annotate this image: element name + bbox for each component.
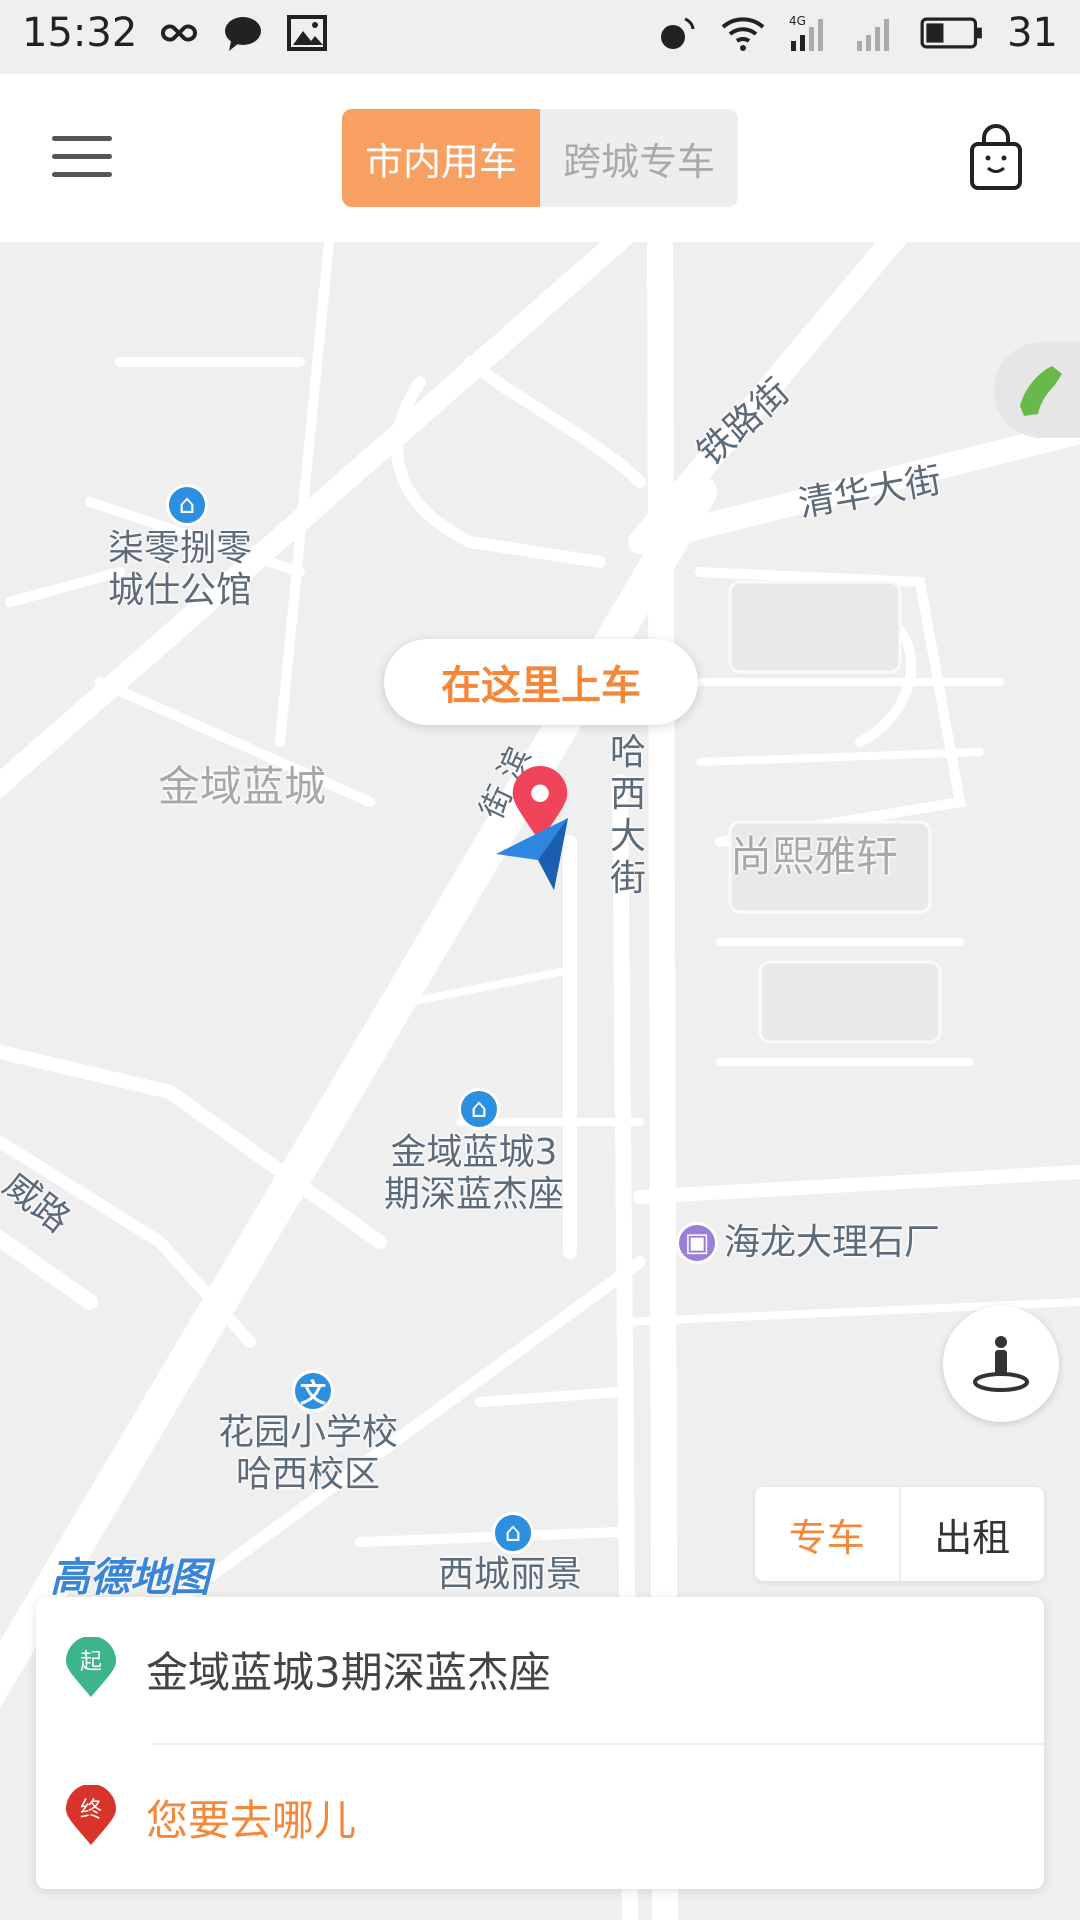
poi-label-school[interactable]: 花园小学校 哈西校区 bbox=[218, 1412, 398, 1496]
end-marker-icon: 终 bbox=[66, 1785, 116, 1845]
current-location-arrow-icon bbox=[496, 818, 568, 890]
image-icon bbox=[287, 15, 328, 51]
address-card: 起 金域蓝城3期深蓝杰座 终 您要去哪儿 bbox=[36, 1597, 1044, 1889]
battery-icon bbox=[920, 17, 982, 49]
locate-me-button[interactable] bbox=[943, 1306, 1059, 1422]
service-type-toggle: 专车 出租 bbox=[755, 1487, 1044, 1581]
road-label-haxi: 哈西大街 bbox=[609, 732, 646, 899]
person-locate-icon bbox=[973, 1336, 1029, 1392]
map-view[interactable]: ⌂ 柒零捌零 城仕公馆 金域蓝城 铁路街 清华大街 哈西大街 街 滨 尚熙雅轩 … bbox=[0, 242, 1080, 1920]
poi-label-qilingbaling[interactable]: 柒零捌零 城仕公馆 bbox=[108, 528, 252, 612]
tab-premium-car[interactable]: 专车 bbox=[755, 1487, 899, 1581]
amap-logo: 高德地图 bbox=[50, 1555, 210, 1601]
wifi-icon bbox=[721, 17, 765, 51]
poi-label-jinyu3[interactable]: 金域蓝城3 期深蓝杰座 bbox=[384, 1132, 564, 1216]
ride-type-segmented-control: 市内用车 跨城专车 bbox=[342, 109, 738, 207]
signal-no-sim-icon bbox=[857, 19, 890, 51]
hamburger-menu-icon[interactable] bbox=[52, 136, 112, 180]
poi-label-xichenglijing[interactable]: 西城丽景 bbox=[438, 1554, 582, 1596]
top-bar: 市内用车 跨城专车 bbox=[0, 74, 1080, 242]
pickup-here-bubble[interactable]: 在这里上车 bbox=[384, 639, 698, 725]
svg-text:起: 起 bbox=[80, 1650, 102, 1675]
school-icon: 文 bbox=[292, 1370, 334, 1412]
svg-text:4G: 4G bbox=[789, 14, 806, 28]
destination-input[interactable]: 您要去哪儿 bbox=[146, 1787, 356, 1848]
shop-icon: ▣ bbox=[676, 1222, 718, 1264]
building-icon: ⌂ bbox=[458, 1088, 500, 1130]
phone-icon bbox=[1020, 366, 1062, 416]
start-address-row[interactable]: 起 金域蓝城3期深蓝杰座 bbox=[36, 1597, 1044, 1742]
vibrate-icon bbox=[661, 17, 695, 49]
shopping-bag-icon[interactable] bbox=[966, 124, 1026, 194]
battery-level: 31 bbox=[1007, 10, 1058, 56]
status-bar: 15:32 4G 31 bbox=[0, 0, 1080, 74]
poi-label-marble-factory[interactable]: 海龙大理石厂 bbox=[724, 1222, 940, 1264]
start-marker-icon: 起 bbox=[66, 1637, 116, 1697]
area-label-shangxiyaxuan: 尚熙雅轩 bbox=[730, 832, 899, 881]
signal-4g-icon: 4G bbox=[789, 14, 824, 51]
destination-row[interactable]: 终 您要去哪儿 bbox=[36, 1745, 1044, 1890]
chat-bubble-icon bbox=[225, 17, 262, 51]
call-service-button[interactable] bbox=[994, 342, 1080, 438]
area-label-jinyulancheng: 金域蓝城 bbox=[158, 762, 327, 811]
tab-taxi[interactable]: 出租 bbox=[898, 1487, 1045, 1581]
building-icon: ⌂ bbox=[492, 1512, 534, 1554]
svg-text:终: 终 bbox=[80, 1798, 102, 1823]
building-icon: ⌂ bbox=[166, 484, 208, 526]
infinity-icon bbox=[161, 24, 198, 42]
tab-intracity[interactable]: 市内用车 bbox=[342, 109, 540, 207]
clock: 15:32 bbox=[22, 10, 138, 56]
start-address-text: 金域蓝城3期深蓝杰座 bbox=[146, 1648, 551, 1697]
tab-intercity[interactable]: 跨城专车 bbox=[540, 109, 738, 207]
